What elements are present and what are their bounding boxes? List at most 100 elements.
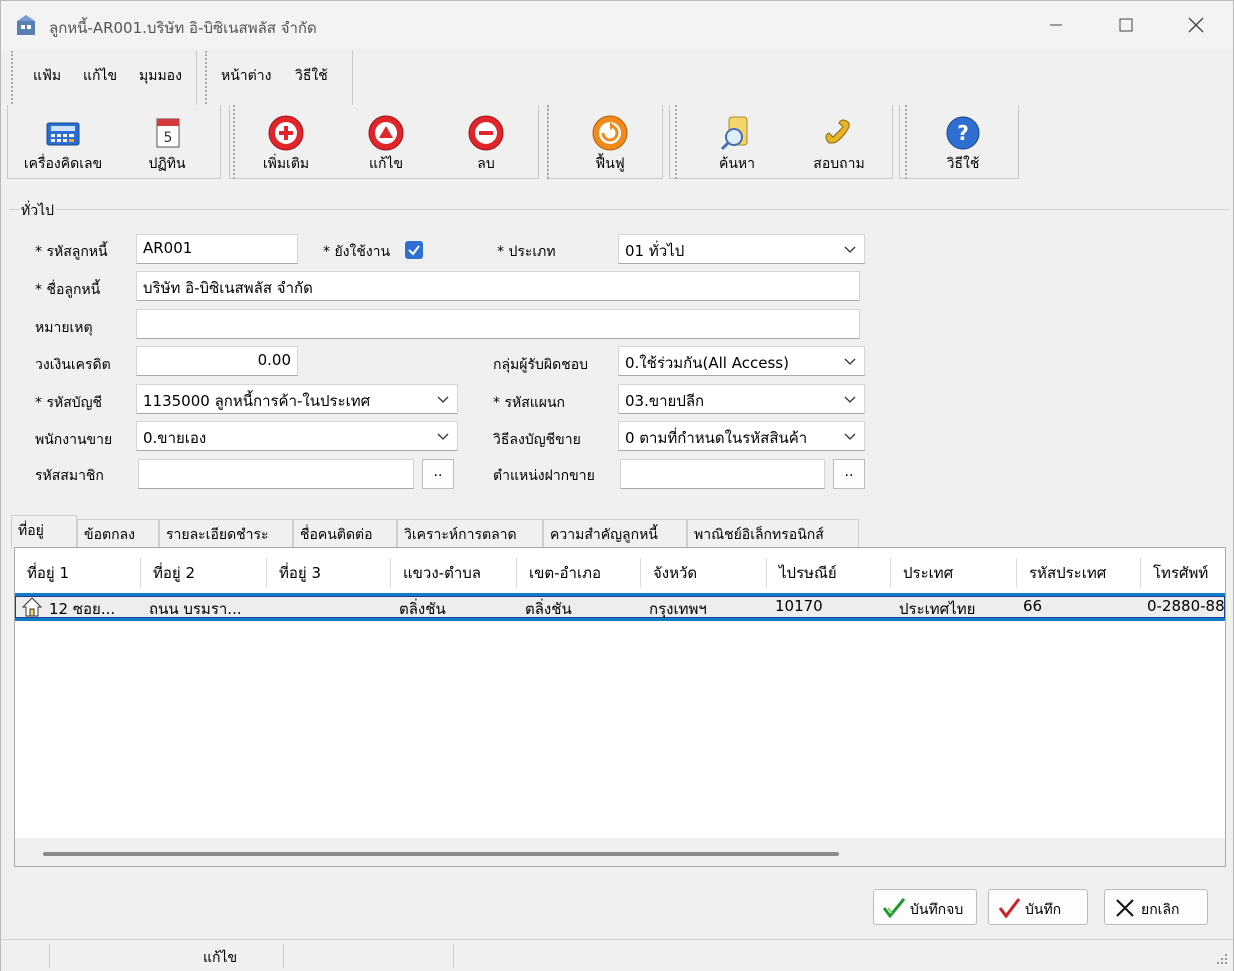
toolbar-grip <box>905 105 907 179</box>
chevron-down-icon <box>844 433 856 440</box>
table-row[interactable]: 12 ซอย... ถนน บรมรา... ตลิ่งชัน ตลิ่งชัน… <box>15 593 1225 621</box>
column-header[interactable]: โทรศัพท์ <box>1141 558 1225 588</box>
chevron-down-icon <box>844 246 856 253</box>
credit-limit-label: วงเงินเครดิต <box>35 357 111 373</box>
menu-help[interactable]: วิธีใช้ <box>295 65 328 87</box>
edit-triangle-icon <box>368 115 404 151</box>
type-select[interactable]: 01 ทั่วไป <box>618 234 865 264</box>
position-browse-button[interactable]: .. <box>833 459 865 489</box>
menu-group-2: หน้าต่าง วิธีใช้ <box>205 51 353 107</box>
phone-icon <box>825 119 850 144</box>
tab-terms[interactable]: ข้อตกลง <box>77 519 159 547</box>
credit-limit-input[interactable]: 0.00 <box>136 346 298 376</box>
add-circle-icon <box>268 115 304 151</box>
status-bar: แก้ไข <box>1 939 1233 971</box>
customer-code-input[interactable]: AR001 <box>136 234 298 264</box>
tab-market-analysis[interactable]: วิเคราะห์การตลาด <box>397 519 543 547</box>
column-header[interactable]: ไปรษณีย์ <box>767 558 891 588</box>
menu-window[interactable]: หน้าต่าง <box>221 65 271 87</box>
search-button[interactable]: ค้นหา <box>687 105 787 179</box>
calendar-label: ปฏิทิน <box>148 156 186 172</box>
member-browse-button[interactable]: .. <box>422 459 454 489</box>
member-code-label: รหัสสมาชิก <box>35 468 104 484</box>
member-code-input[interactable] <box>138 459 414 489</box>
address-grid: ที่อยู่ 1 ที่อยู่ 2 ที่อยู่ 3 แขวง-ตำบล … <box>14 547 1226 867</box>
cell-district: ตลิ่งชัน <box>525 600 572 618</box>
cell-postcode: 10170 <box>775 597 823 615</box>
column-header[interactable]: ที่อยู่ 2 <box>141 558 267 588</box>
posting-method-select[interactable]: 0 ตามที่กำหนดในรหัสสินค้า <box>618 421 865 451</box>
department-value: 03.ขายปลีก <box>625 392 705 410</box>
menu-view[interactable]: มุมมอง <box>139 65 182 87</box>
toolbar-grip <box>233 105 235 179</box>
column-header[interactable]: แขวง-ตำบล <box>391 558 517 588</box>
minimize-button[interactable] <box>1031 9 1081 41</box>
menu-file[interactable]: แฟ้ม <box>33 65 61 87</box>
calculator-button[interactable]: เครื่องคิดเลข <box>11 105 115 179</box>
posting-method-label: วิธีลงบัญชีขาย <box>493 432 581 448</box>
tab-address[interactable]: ที่อยู่ <box>11 515 77 549</box>
active-label: * ยังใช้งาน <box>323 244 391 260</box>
maximize-icon <box>1119 18 1133 32</box>
cancel-button[interactable]: ยกเลิก <box>1104 889 1208 925</box>
posting-method-value: 0 ตามที่กำหนดในรหัสสินค้า <box>625 429 808 447</box>
calculator-label: เครื่องคิดเลข <box>23 156 103 172</box>
save-label: บันทึก <box>1025 902 1062 918</box>
salesman-select[interactable]: 0.ขายเอง <box>136 421 458 451</box>
horizontal-scrollbar[interactable] <box>43 852 839 856</box>
edit-button[interactable]: แก้ไข <box>341 105 431 179</box>
svg-text:5: 5 <box>164 130 173 146</box>
chevron-down-icon <box>844 358 856 365</box>
delete-minus-icon <box>468 115 504 151</box>
column-header[interactable]: เขต-อำเภอ <box>517 558 641 588</box>
search-icon <box>720 116 748 151</box>
customer-name-input[interactable]: บริษัท อิ-บิซิเนสพลัส จำกัด <box>136 271 860 301</box>
account-code-label: * รหัสบัญชี <box>35 395 103 411</box>
column-header[interactable]: ที่อยู่ 1 <box>15 558 141 588</box>
help-button[interactable]: ? วิธีใช้ <box>913 105 1013 179</box>
toolbar-grip <box>675 105 677 179</box>
delete-button[interactable]: ลบ <box>441 105 531 179</box>
edit-label: แก้ไข <box>368 156 404 172</box>
toolbar-grip <box>547 105 549 179</box>
add-button[interactable]: เพิ่มเติม <box>241 105 331 179</box>
column-header[interactable]: ที่อยู่ 3 <box>267 558 391 588</box>
title-bar: ลูกหนี้-AR001.บริษัท อิ-บิซิเนสพลัส จำกั… <box>1 1 1233 49</box>
menu-edit[interactable]: แก้ไข <box>83 65 117 87</box>
restore-button[interactable]: ฟื้นฟู <box>561 105 659 179</box>
tab-e-commerce[interactable]: พาณิชย์อิเล็กทรอนิกส์ <box>687 519 859 547</box>
tab-payment-details[interactable]: รายละเอียดชำระ <box>159 519 293 547</box>
column-header[interactable]: ประเทศ <box>891 558 1017 588</box>
cancel-label: ยกเลิก <box>1141 902 1180 918</box>
remark-input[interactable] <box>136 309 860 339</box>
calendar-button[interactable]: 5 ปฏิทิน <box>125 105 209 179</box>
column-header[interactable]: รหัสประเทศ <box>1017 558 1141 588</box>
chevron-down-icon <box>844 396 856 403</box>
cell-phone: 0-2880-88 <box>1147 597 1225 615</box>
column-header[interactable]: จังหวัด <box>641 558 767 588</box>
refresh-icon <box>592 115 628 151</box>
help-label: วิธีใช้ <box>946 156 980 172</box>
save-close-button[interactable]: บันทึกจบ <box>873 889 977 925</box>
responsible-group-value: 0.ใช้ร่วมกัน(All Access) <box>625 354 789 372</box>
active-checkbox[interactable] <box>405 241 423 259</box>
menu-group-1: แฟ้ม แก้ไข มุมมอง <box>11 51 197 107</box>
tab-contacts[interactable]: ชื่อคนติดต่อ <box>293 519 397 547</box>
maximize-button[interactable] <box>1101 9 1151 41</box>
cell-subdistrict: ตลิ่งชัน <box>399 600 446 618</box>
restore-label: ฟื้นฟู <box>595 156 625 172</box>
minimize-icon <box>1050 24 1062 26</box>
save-button[interactable]: บันทึก <box>988 889 1088 925</box>
inquiry-button[interactable]: สอบถาม <box>791 105 887 179</box>
department-select[interactable]: 03.ขายปลีก <box>618 384 865 414</box>
account-code-select[interactable]: 1135000 ลูกหนี้การค้า-ในประเทศ <box>136 384 458 414</box>
app-icon <box>17 15 35 35</box>
close-button[interactable] <box>1171 9 1221 41</box>
tab-customer-importance[interactable]: ความสำคัญลูกหนี้ <box>543 519 687 547</box>
consignment-position-input[interactable] <box>620 459 825 489</box>
resize-grip-icon[interactable] <box>1215 952 1229 966</box>
chevron-down-icon <box>437 433 449 440</box>
cell-address1: 12 ซอย... <box>49 600 116 618</box>
department-label: * รหัสแผนก <box>493 395 566 411</box>
responsible-group-select[interactable]: 0.ใช้ร่วมกัน(All Access) <box>618 346 865 376</box>
